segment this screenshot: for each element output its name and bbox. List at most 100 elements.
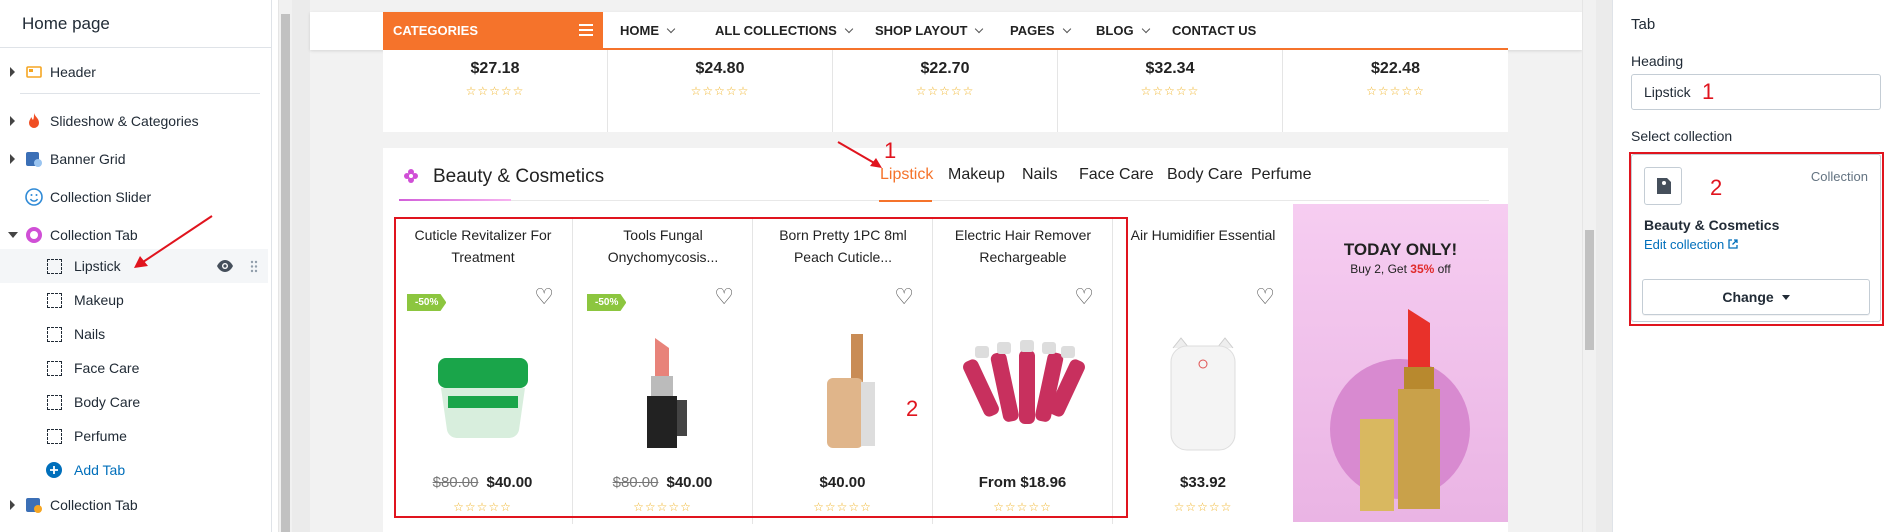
categories-label: CATEGORIES	[393, 23, 478, 38]
collapse-caret-icon[interactable]	[8, 232, 18, 238]
block-icon	[47, 395, 62, 410]
block-face-care[interactable]: Face Care	[0, 351, 268, 385]
sidebar-title: Home page	[0, 0, 271, 48]
section-slideshow[interactable]: Slideshow & Categories	[0, 102, 272, 140]
product-card[interactable]: Air Humidifier Essential ♡ $33.92 ☆☆☆☆☆	[1113, 218, 1293, 524]
price-cell[interactable]: $22.48 ☆☆☆☆☆	[1283, 50, 1508, 132]
highlight-collection	[1629, 152, 1884, 326]
section-label: Banner Grid	[50, 151, 126, 167]
select-collection-label: Select collection	[1631, 128, 1733, 144]
expand-caret-icon[interactable]	[10, 116, 15, 126]
rating-stars: ☆☆☆☆☆	[1366, 84, 1425, 98]
heading-value: Lipstick	[1644, 84, 1691, 100]
block-label: Nails	[74, 326, 106, 342]
collection-tab-icon	[26, 227, 42, 243]
tab-perfume[interactable]: Perfume	[1251, 166, 1311, 184]
categories-button[interactable]: CATEGORIES	[383, 12, 603, 50]
smiley-icon	[25, 188, 43, 206]
tab-face-care[interactable]: Face Care	[1079, 166, 1154, 184]
nav-label: PAGES	[1010, 23, 1055, 38]
section-label: Collection Slider	[50, 189, 152, 205]
sidebar-scrollbar[interactable]	[278, 0, 292, 532]
scrollbar-thumb[interactable]	[1585, 230, 1594, 350]
product-image[interactable]	[1133, 318, 1273, 458]
tab-nails[interactable]: Nails	[1022, 166, 1058, 184]
section-header[interactable]: Header	[0, 53, 272, 91]
rating-stars: ☆☆☆☆☆	[1140, 84, 1200, 98]
section-label: Collection Tab	[50, 227, 138, 243]
block-label: Body Care	[74, 394, 141, 410]
title-underline	[399, 199, 511, 201]
tab-lipstick[interactable]: Lipstick	[880, 166, 933, 184]
eye-icon[interactable]	[216, 259, 234, 273]
collection-tab-icon	[26, 498, 42, 513]
section-label: Slideshow & Categories	[50, 113, 199, 129]
price-cell[interactable]: $24.80 ☆☆☆☆☆	[608, 50, 833, 132]
nav-contact-us[interactable]: CONTACT US	[1172, 12, 1256, 50]
chevron-down-icon	[1062, 24, 1071, 34]
rating-stars: ☆☆☆☆☆	[1173, 500, 1233, 514]
block-nails[interactable]: Nails	[0, 317, 268, 351]
block-icon	[47, 361, 62, 376]
price-cell[interactable]: $32.34 ☆☆☆☆☆	[1058, 50, 1283, 132]
section-label: Collection Tab	[50, 497, 138, 513]
product-price: $33.92	[1180, 474, 1226, 491]
section-banner-grid[interactable]: Banner Grid	[0, 140, 272, 178]
annotation-arrow	[837, 141, 882, 168]
fire-icon	[29, 113, 39, 128]
nav-all-collections[interactable]: ALL COLLECTIONS	[715, 12, 854, 50]
scrollbar-thumb[interactable]	[281, 14, 290, 532]
price-cell[interactable]: $22.70 ☆☆☆☆☆	[833, 50, 1058, 132]
block-icon	[47, 327, 62, 342]
drag-handle-icon[interactable]	[250, 260, 258, 273]
block-icon	[47, 293, 62, 308]
chevron-down-icon	[975, 24, 984, 34]
heading-input[interactable]: Lipstick 1	[1631, 74, 1881, 110]
add-tab-button[interactable]: Add Tab	[0, 453, 268, 487]
promo-banner[interactable]: TODAY ONLY! Buy 2, Get 35% off	[1293, 204, 1508, 522]
rating-stars: ☆☆☆☆☆	[465, 84, 525, 98]
nav-home[interactable]: HOME	[620, 12, 676, 50]
banner-subtext: Buy 2, Get 35% off	[1293, 262, 1508, 276]
sections-sidebar: Home page Header Slideshow & Categories …	[0, 0, 272, 532]
annotation-number: 2	[906, 396, 919, 421]
annotation-number: 1	[884, 138, 897, 163]
nav-label: SHOP LAYOUT	[875, 23, 968, 38]
banner-sub-suffix: off	[1434, 262, 1451, 276]
nav-label: CONTACT US	[1172, 23, 1257, 38]
price: $32.34	[1145, 60, 1195, 77]
block-body-care[interactable]: Body Care	[0, 385, 268, 419]
block-perfume[interactable]: Perfume	[0, 419, 268, 453]
header-section-icon	[26, 66, 42, 78]
tab-body-care[interactable]: Body Care	[1167, 166, 1243, 184]
tab-makeup[interactable]: Makeup	[948, 166, 1005, 184]
expand-caret-icon[interactable]	[10, 154, 15, 164]
banner-headline: TODAY ONLY!	[1343, 240, 1458, 259]
preview-frame: CATEGORIES HOME ALL COLLECTIONS SHOP LAY…	[292, 0, 1612, 532]
preview-scrollbar[interactable]	[1582, 0, 1596, 532]
menu-icon	[579, 24, 593, 36]
annotation-arrow	[134, 215, 213, 268]
nav-pages[interactable]: PAGES	[1010, 12, 1071, 50]
active-tab-underline	[879, 200, 932, 202]
banner-sub-prefix: Buy 2, Get	[1350, 262, 1411, 276]
price: $22.70	[920, 60, 970, 77]
section-label: Header	[50, 64, 96, 80]
price-cell[interactable]: $27.18 ☆☆☆☆☆	[383, 50, 608, 132]
nav-label: ALL COLLECTIONS	[715, 23, 837, 38]
panel-title: Tab	[1631, 16, 1656, 33]
heading-label: Heading	[1631, 53, 1684, 69]
expand-caret-icon[interactable]	[10, 500, 15, 510]
block-label: Makeup	[74, 292, 124, 308]
banner-discount: 35%	[1410, 262, 1435, 276]
nav-blog[interactable]: BLOG	[1096, 12, 1150, 50]
heart-icon[interactable]: ♡	[1255, 284, 1275, 310]
section-collection-tab-2[interactable]: Collection Tab	[0, 486, 272, 524]
block-settings-panel: Tab Heading Lipstick 1 Select collection …	[1612, 0, 1892, 532]
block-makeup[interactable]: Makeup	[0, 283, 268, 317]
nav-shop-layout[interactable]: SHOP LAYOUT	[875, 12, 984, 50]
lipstick-image	[1330, 309, 1470, 511]
expand-caret-icon[interactable]	[10, 67, 15, 77]
section-collection-slider[interactable]: Collection Slider	[0, 178, 272, 216]
price-line: $33.92	[1113, 474, 1293, 491]
